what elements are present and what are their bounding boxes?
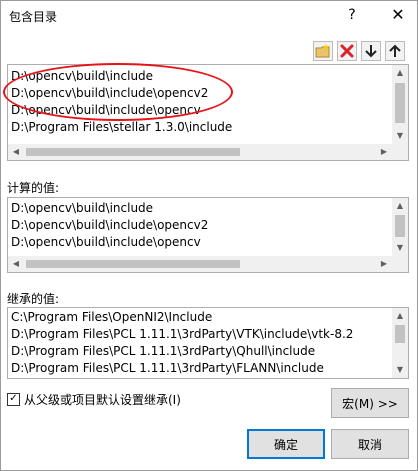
arrow-down-icon (365, 45, 377, 58)
inherit-checkbox-label[interactable]: 从父级或项目默认设置继承(I) (24, 391, 181, 408)
move-up-button[interactable] (385, 41, 405, 61)
computed-values-label: 计算的值: (7, 181, 60, 195)
list-item[interactable]: D:\opencv\build\include\opencv2 (8, 85, 391, 102)
title-bar: 包含目录 ? ✕ (1, 1, 417, 31)
list-item: D:\opencv\build\include (11, 201, 154, 215)
list-item: D:\opencv\build\include\opencv (11, 235, 201, 249)
scroll-thumb[interactable] (26, 260, 240, 268)
scroll-thumb[interactable] (395, 83, 405, 123)
macros-button[interactable]: 宏(M) >> (331, 388, 409, 418)
delete-line-button[interactable] (337, 41, 357, 61)
new-folder-icon (315, 44, 330, 58)
arrow-up-icon (389, 44, 401, 57)
scroll-up-arrow-icon[interactable]: ▲ (392, 308, 408, 324)
list-item[interactable]: D:\opencv\build\include (8, 68, 391, 85)
scroll-right-arrow-icon[interactable]: ▶ (376, 144, 392, 160)
scroll-thumb[interactable] (395, 325, 405, 343)
list-item: D:\Program Files\PCL 1.11.1\3rdParty\FLA… (11, 361, 324, 375)
list-item: D:\Program Files\PCL 1.11.1\3rdParty\VTK… (11, 327, 354, 341)
cancel-button[interactable]: 取消 (331, 429, 409, 459)
inherit-checkbox-row[interactable]: ✓ 从父级或项目默认设置继承(I) (7, 391, 181, 407)
ok-button[interactable]: 确定 (247, 429, 325, 459)
include-directories-dialog: 包含目录 ? ✕ D:\opencv\build\include D:\open… (0, 0, 418, 471)
vertical-scrollbar[interactable]: ▲ ▼ (392, 308, 408, 378)
list-item[interactable]: D:\opencv\build\include\opencv (8, 102, 391, 119)
scroll-thumb[interactable] (395, 215, 405, 237)
scroll-up-arrow-icon[interactable]: ▲ (392, 65, 408, 81)
scroll-down-arrow-icon[interactable]: ▼ (392, 128, 408, 144)
dialog-title: 包含目录 (9, 10, 58, 24)
new-line-button[interactable] (313, 41, 333, 61)
inherited-values-list: C:\Program Files\OpenNI2\Include D:\Prog… (7, 307, 409, 379)
delete-icon (340, 44, 354, 58)
horizontal-scrollbar[interactable]: ◀ ▶ (8, 144, 392, 160)
scroll-right-arrow-icon[interactable]: ▶ (376, 256, 392, 272)
list-item: C:\Program Files\OpenNI2\Include (11, 310, 213, 324)
scrollbar-corner (392, 256, 408, 272)
close-button[interactable]: ✕ (381, 1, 415, 31)
scroll-up-arrow-icon[interactable]: ▲ (392, 198, 408, 214)
scroll-thumb[interactable] (26, 148, 240, 156)
editable-directory-list[interactable]: D:\opencv\build\include D:\opencv\build\… (7, 64, 409, 161)
help-button[interactable]: ? (335, 1, 369, 31)
scrollbar-corner (392, 144, 408, 160)
horizontal-scrollbar[interactable]: ◀ ▶ (8, 256, 392, 272)
list-item[interactable]: D:\Program Files\stellar 1.3.0\include (8, 119, 391, 136)
inherited-values-label: 继承的值: (7, 292, 60, 306)
scroll-down-arrow-icon[interactable]: ▼ (392, 240, 408, 256)
checkmark-icon: ✓ (9, 393, 18, 404)
vertical-scrollbar[interactable]: ▲ ▼ (392, 65, 408, 144)
list-item: D:\opencv\build\include\opencv2 (11, 218, 209, 232)
list-item: D:\Program Files\PCL 1.11.1\3rdParty\Qhu… (11, 344, 316, 358)
scroll-down-arrow-icon[interactable]: ▼ (392, 362, 408, 378)
scroll-left-arrow-icon[interactable]: ◀ (8, 256, 24, 272)
vertical-scrollbar[interactable]: ▲ ▼ (392, 198, 408, 256)
scroll-left-arrow-icon[interactable]: ◀ (8, 144, 24, 160)
inherit-checkbox[interactable]: ✓ (7, 392, 20, 406)
move-down-button[interactable] (361, 41, 381, 61)
computed-values-list: D:\opencv\build\include D:\opencv\build\… (7, 197, 409, 273)
